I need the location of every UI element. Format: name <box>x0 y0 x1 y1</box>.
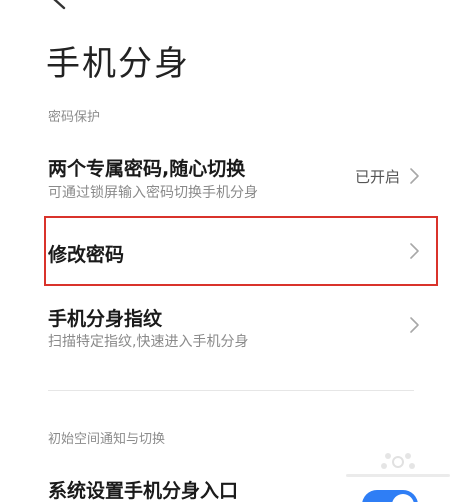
chevron-right-icon <box>410 243 419 259</box>
section-label-initial-space: 初始空间通知与切换 <box>48 432 166 447</box>
chevron-right-icon <box>410 168 419 184</box>
row-title: 系统设置手机分身入口 <box>48 480 239 502</box>
row-subtitle: 可通过锁屏输入密码切换手机分身 <box>48 185 258 201</box>
watermark-logo-icon <box>346 453 450 477</box>
row-title: 修改密码 <box>48 244 125 266</box>
phone-clone-settings-page: 手机分身 密码保护 两个专属密码,随心切换 可通过锁屏输入密码切换手机分身 已开… <box>0 0 472 502</box>
settings-row-clone-fingerprint[interactable]: 手机分身指纹 扫描特定指纹,快速进入手机分身 <box>36 294 440 360</box>
row-title: 两个专属密码,随心切换 <box>48 158 246 180</box>
settings-row-change-password[interactable]: 修改密码 <box>36 218 440 284</box>
section-divider <box>48 390 414 391</box>
toggle-knob <box>392 494 414 502</box>
page-title: 手机分身 <box>46 44 190 84</box>
section-label-password-protection: 密码保护 <box>48 110 101 125</box>
row-title: 手机分身指纹 <box>48 308 163 330</box>
row-subtitle: 扫描特定指纹,快速进入手机分身 <box>48 334 249 350</box>
chevron-right-icon <box>410 317 419 333</box>
back-arrow-icon[interactable] <box>46 0 72 12</box>
status-value: 已开启 <box>354 168 400 186</box>
settings-row-dual-password[interactable]: 两个专属密码,随心切换 可通过锁屏输入密码切换手机分身 已开启 <box>36 146 440 212</box>
